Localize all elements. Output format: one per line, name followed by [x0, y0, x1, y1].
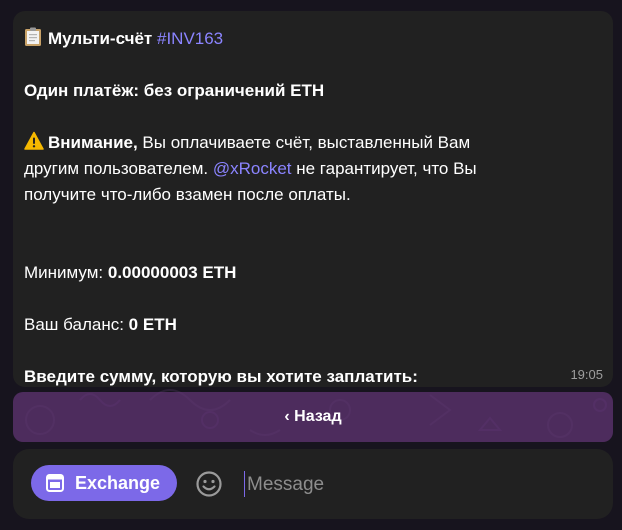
smiley-icon[interactable] — [195, 470, 223, 498]
message-bubble: Мульти-счёт #INV163 Один платёж: без огр… — [13, 11, 613, 387]
invoice-hashtag[interactable]: #INV163 — [157, 29, 223, 48]
warning-text: не гарантирует, что Вы — [291, 159, 477, 178]
message-title-line: Мульти-счёт #INV163 — [24, 26, 603, 52]
exchange-label: Exchange — [75, 472, 161, 493]
amount-prompt: Введите сумму, которую вы хотите заплати… — [24, 367, 418, 386]
warning-line-2: другим пользователем. @xRocket не гарант… — [24, 156, 603, 182]
balance-line: Ваш баланс: 0 ETH — [24, 312, 603, 338]
invoice-title: Мульти-счёт — [48, 29, 153, 48]
back-button[interactable]: ‹ Назад — [13, 392, 613, 442]
message-composer: Exchange — [13, 449, 613, 519]
warning-label: Внимание, — [48, 133, 138, 152]
minimum-label: Минимум: — [24, 263, 108, 282]
minimum-value: 0.00000003 ETH — [107, 263, 237, 282]
warning-line-3: получите что-либо взамен после оплаты. — [24, 185, 351, 204]
message-time: 19:05 — [570, 367, 603, 382]
warning-text: Вы оплачиваете счёт, выставленный Вам — [137, 133, 471, 152]
warning-icon — [24, 131, 44, 150]
xrocket-mention-link[interactable]: @xRocket — [213, 159, 292, 178]
minimum-line: Минимум: 0.00000003 ETH — [24, 260, 603, 286]
warning-line-1: Внимание, Вы оплачиваете счёт, выставлен… — [24, 130, 603, 156]
balance-value: 0 ETH — [128, 315, 177, 334]
warning-text: другим пользователем. — [24, 159, 213, 178]
payment-line: Один платёж: без ограничений ETH — [24, 81, 325, 100]
clipboard-icon — [25, 27, 41, 46]
window-icon — [46, 474, 64, 492]
balance-label: Ваш баланс: — [24, 315, 129, 334]
exchange-button[interactable]: Exchange — [31, 465, 177, 501]
message-input[interactable] — [245, 466, 589, 504]
